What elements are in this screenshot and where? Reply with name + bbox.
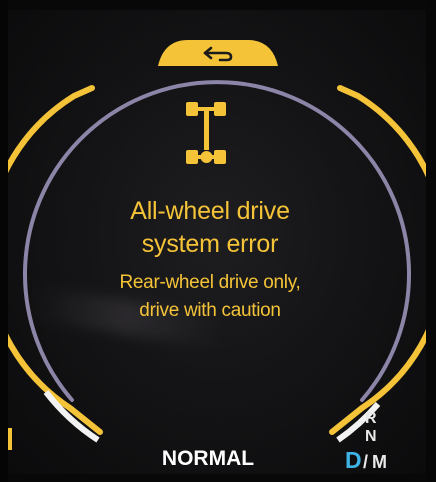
right-amber-bracket [329, 85, 436, 435]
left-edge-indicator [8, 428, 12, 450]
alert-title-line2: system error [141, 230, 279, 258]
bezel-top [0, 0, 436, 10]
drive-mode-label: NORMAL [161, 447, 255, 470]
back-arrow-icon [203, 46, 233, 62]
bezel-right [426, 0, 436, 482]
alert-message-line1: Rear-wheel drive only, [119, 272, 301, 293]
left-amber-bracket [0, 85, 103, 435]
back-tab[interactable] [158, 38, 278, 66]
alert-title-line1: All-wheel drive [130, 197, 290, 225]
instrument-cluster-display: All-wheel drive system error Rear-wheel … [0, 0, 436, 482]
gear-manual: M [372, 452, 387, 472]
gear-neutral: N [365, 428, 377, 445]
alert-message-line2: drive with caution [139, 300, 281, 321]
gear-separator: / [363, 452, 369, 472]
bezel-left [0, 0, 8, 482]
gear-drive-active: D [345, 447, 362, 473]
gear-reverse: R [365, 410, 377, 427]
bezel-bottom [0, 474, 436, 482]
awd-drivetrain-icon [186, 102, 226, 164]
